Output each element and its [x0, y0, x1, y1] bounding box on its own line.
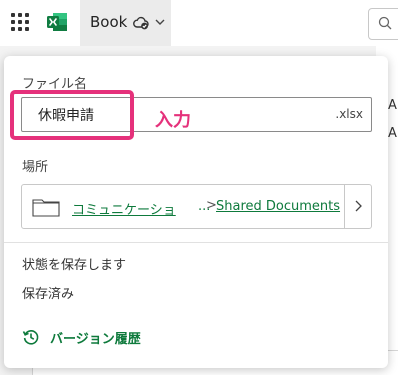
- document-title-button[interactable]: Book: [80, 0, 171, 46]
- location-divider: [344, 185, 345, 228]
- sheet-letter: A: [388, 126, 397, 141]
- app-launcher-icon[interactable]: [11, 13, 29, 31]
- sheet-letter: A: [388, 98, 397, 113]
- location-picker[interactable]: コミュニケーショ ... > Shared Documents: [21, 184, 372, 229]
- chevron-right-icon[interactable]: [352, 199, 364, 213]
- search-icon: [378, 16, 392, 30]
- location-parent-link[interactable]: コミュニケーショ: [72, 199, 198, 218]
- excel-window: Book A A 8 ファイル名 休暇申請 .xlsx: [0, 0, 398, 375]
- location-label: 場所: [22, 160, 49, 175]
- file-info-panel: ファイル名 休暇申請 .xlsx 入力 場所 コミュニケーショ ... > Sh…: [4, 56, 388, 368]
- cloud-saved-icon: [133, 16, 149, 30]
- annotation-label: 入力: [155, 110, 191, 131]
- search-box[interactable]: [368, 8, 398, 40]
- top-bar: Book: [0, 0, 398, 46]
- file-extension: .xlsx: [335, 107, 363, 121]
- document-title: Book: [90, 13, 128, 31]
- history-icon: [22, 330, 39, 345]
- excel-logo-icon[interactable]: [46, 11, 68, 33]
- folder-icon: [32, 199, 60, 217]
- version-history-label: バージョン履歴: [50, 332, 141, 347]
- section-divider: [4, 242, 388, 243]
- save-status-text: 保存済み: [22, 287, 75, 302]
- chevron-down-icon: [155, 19, 165, 25]
- save-state-label: 状態を保存します: [22, 258, 127, 273]
- annotation-highlight-box: [10, 90, 134, 140]
- location-folder-link[interactable]: Shared Documents: [216, 199, 340, 214]
